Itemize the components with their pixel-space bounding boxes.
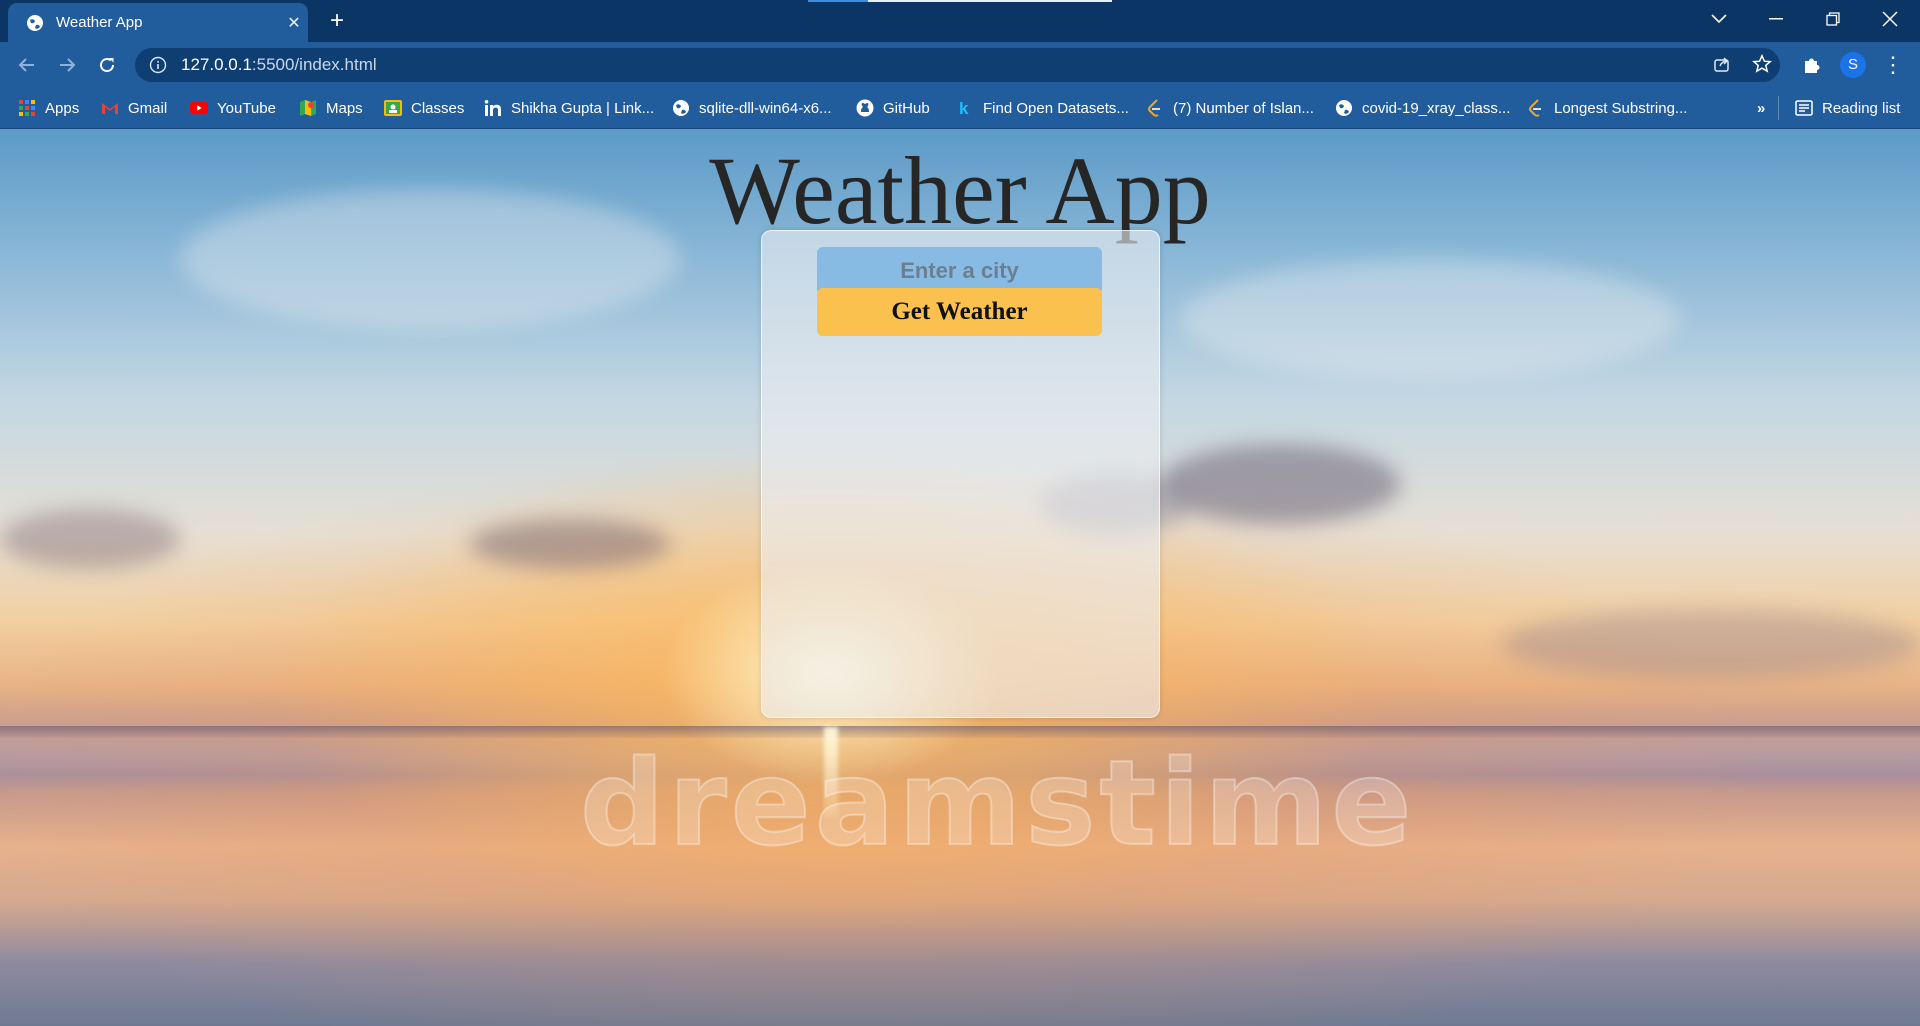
cloud: [470, 519, 670, 569]
bookmark-classes[interactable]: Classes: [384, 96, 464, 120]
bookmark-leetcode-substring[interactable]: Longest Substring...: [1527, 96, 1687, 120]
bookmark-kaggle[interactable]: k Find Open Datasets...: [956, 96, 1129, 120]
get-weather-button[interactable]: Get Weather: [817, 288, 1102, 336]
bookmark-label: Find Open Datasets...: [983, 99, 1129, 117]
address-bar[interactable]: 127.0.0.1:5500/index.html: [135, 48, 1780, 82]
cloud: [1160, 444, 1400, 524]
cloud: [0, 509, 180, 569]
share-icon[interactable]: [1708, 50, 1736, 78]
maps-icon: [299, 99, 317, 117]
restore-button[interactable]: [1805, 0, 1861, 38]
more-menu-icon[interactable]: ⋮: [1882, 50, 1904, 80]
bookmark-label: Maps: [326, 99, 363, 117]
bookmark-apps[interactable]: Apps: [18, 96, 79, 120]
linkedin-icon: [484, 99, 502, 117]
kaggle-icon: k: [956, 99, 974, 117]
site-info-icon[interactable]: [149, 56, 167, 74]
forward-arrow-icon[interactable]: [52, 50, 82, 80]
reading-list-label: Reading list: [1822, 99, 1901, 117]
extensions-puzzle-icon[interactable]: [1797, 50, 1827, 80]
tab-title: Weather App: [56, 14, 143, 31]
bookmark-maps[interactable]: Maps: [299, 96, 363, 120]
bookmark-github[interactable]: GitHub: [856, 96, 930, 120]
watermark-text: dreamstime: [579, 733, 1416, 873]
tab-search-chevron-icon[interactable]: [1691, 0, 1747, 38]
reading-list-button[interactable]: Reading list: [1795, 96, 1900, 120]
active-tab[interactable]: Weather App ✕: [8, 3, 308, 42]
svg-text:k: k: [959, 99, 969, 117]
bookmark-youtube[interactable]: YouTube: [190, 96, 276, 120]
globe-icon: [672, 99, 690, 117]
bookmarks-separator: [1778, 96, 1779, 120]
bookmark-label: Gmail: [128, 99, 168, 117]
github-icon: [856, 99, 874, 117]
bookmark-label: GitHub: [883, 99, 930, 117]
tab-strip: Weather App ✕ +: [0, 0, 1920, 42]
cloud: [1500, 609, 1920, 679]
bookmark-label: Apps: [45, 99, 80, 117]
leetcode-icon: [1527, 99, 1545, 117]
leetcode-icon: [1146, 99, 1164, 117]
url-host: 127.0.0.1: [181, 55, 252, 74]
profile-avatar[interactable]: S: [1840, 52, 1866, 78]
weather-card: Get Weather: [761, 230, 1160, 718]
bookmark-label: YouTube: [217, 99, 276, 117]
url-text: 127.0.0.1:5500/index.html: [181, 55, 377, 75]
globe-icon: [1335, 99, 1353, 117]
close-tab-icon[interactable]: ✕: [280, 13, 308, 33]
bookmarks-overflow-button[interactable]: »: [1757, 96, 1765, 120]
bookmark-label: (7) Number of Islan...: [1173, 99, 1314, 117]
apps-grid-icon: [18, 99, 36, 117]
bookmark-linkedin[interactable]: Shikha Gupta | Link...: [484, 96, 654, 120]
gmail-icon: [101, 99, 119, 117]
close-window-button[interactable]: [1862, 0, 1918, 38]
tab-strip-accent-blue: [808, 0, 868, 2]
bookmark-label: covid-19_xray_class...: [1362, 99, 1511, 117]
bookmark-label: sqlite-dll-win64-x6...: [699, 99, 832, 117]
bookmark-star-icon[interactable]: [1748, 50, 1776, 78]
youtube-icon: [190, 99, 208, 117]
back-arrow-icon[interactable]: [12, 50, 42, 80]
classroom-icon: [384, 99, 402, 117]
bookmark-leetcode-islands[interactable]: (7) Number of Islan...: [1146, 96, 1314, 120]
new-tab-button[interactable]: +: [322, 6, 352, 36]
bookmark-sqlite[interactable]: sqlite-dll-win64-x6...: [672, 96, 832, 120]
bookmark-covid[interactable]: covid-19_xray_class...: [1335, 96, 1510, 120]
url-path: :5500/index.html: [251, 55, 377, 74]
page-background: dreamstime Weather App Get Weather: [0, 129, 1920, 1026]
bookmark-label: Longest Substring...: [1554, 99, 1688, 117]
cloud: [1180, 259, 1680, 379]
bookmarks-bar: Apps Gmail YouTube Maps Classes Shikha G…: [0, 88, 1920, 129]
globe-icon: [27, 14, 43, 31]
minimize-button[interactable]: [1748, 0, 1804, 38]
reload-icon[interactable]: [92, 50, 122, 80]
reading-list-icon: [1795, 99, 1813, 117]
browser-toolbar: 127.0.0.1:5500/index.html: [0, 42, 1920, 88]
bookmark-gmail[interactable]: Gmail: [101, 96, 167, 120]
bookmark-label: Shikha Gupta | Link...: [511, 99, 655, 117]
bookmark-label: Classes: [411, 99, 465, 117]
